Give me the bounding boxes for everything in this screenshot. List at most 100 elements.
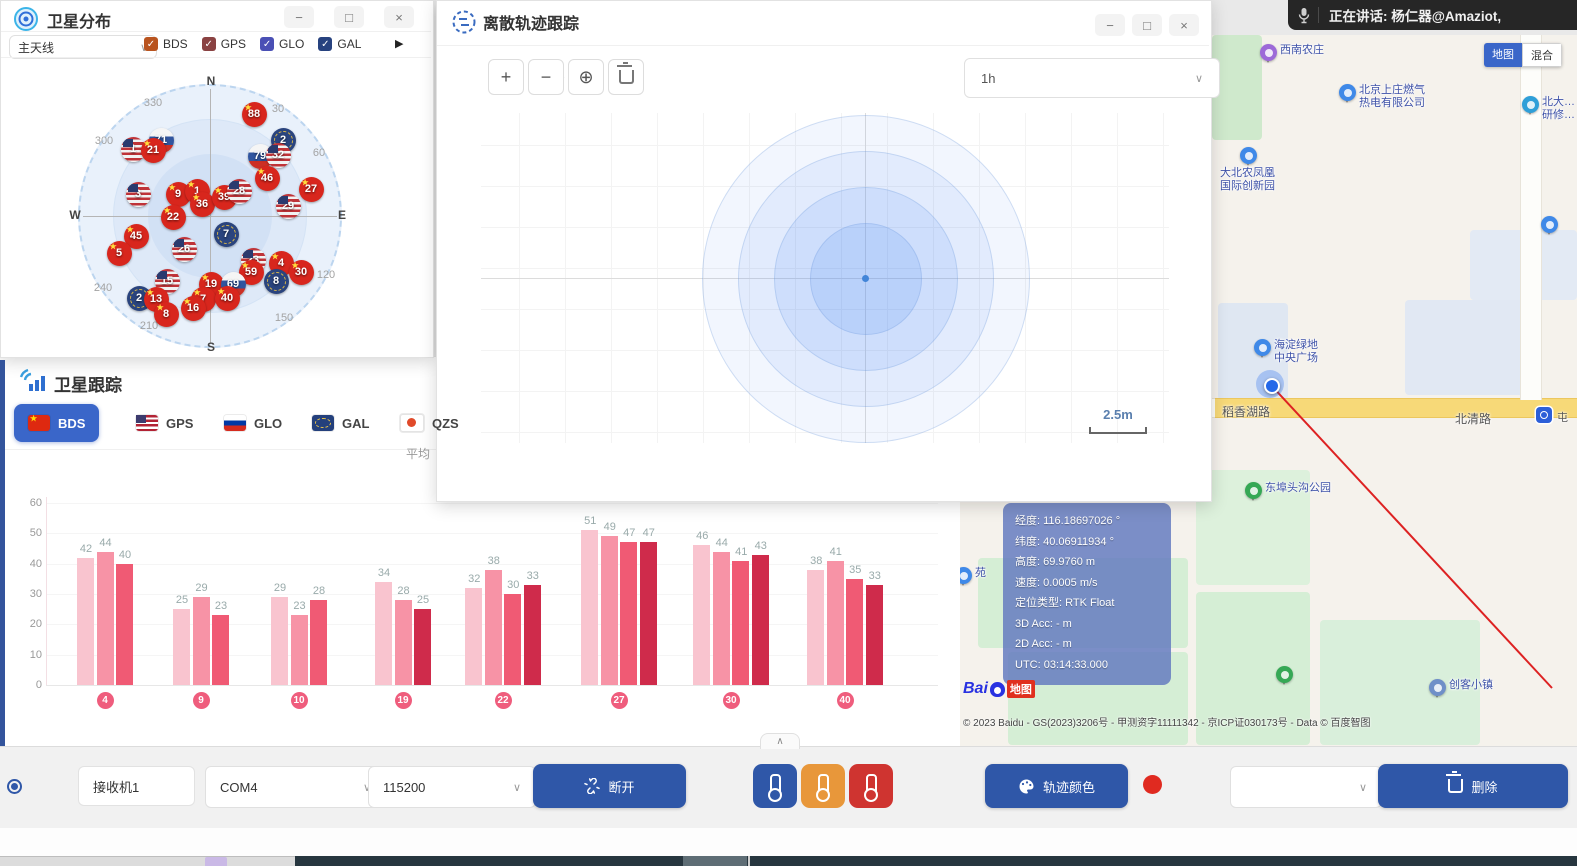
trash-icon [1448, 779, 1463, 793]
delete-button[interactable]: 删除 [1378, 764, 1568, 808]
satellite-bds-8: 8 [154, 302, 179, 327]
connection-toolbar: COM4∨ 115200∨ 断开 轨迹颜色 ∨ [0, 746, 1577, 829]
zoom-out-button[interactable]: − [528, 59, 564, 95]
info-row: 3D Acc: - m [1015, 614, 1159, 635]
y-tick-label: 40 [14, 558, 42, 570]
bar-value-label: 41 [819, 546, 853, 558]
degree-label: 30 [272, 103, 284, 115]
filter-checkbox-glo[interactable]: ✓GLO [260, 37, 304, 51]
y-tick-label: 50 [14, 527, 42, 539]
bar-value-label: 28 [302, 585, 336, 597]
gridline [46, 533, 938, 534]
satellite-bds-36: 36 [190, 192, 215, 217]
filter-checkbox-gps[interactable]: ✓GPS [202, 37, 246, 51]
bar-value-label: 25 [406, 594, 440, 606]
baidu-logo: Bai 地图 [963, 680, 1035, 698]
collapse-tab[interactable]: ∧ [760, 733, 800, 749]
map-pin-icon [1276, 666, 1293, 683]
bar [504, 594, 521, 685]
skyplot: NESW330303006024012021015088711212793246… [1, 57, 431, 355]
degree-label: 300 [95, 135, 113, 147]
info-row: UTC: 03:14:33.000 [1015, 655, 1159, 676]
minimize-button[interactable]: − [1095, 14, 1125, 36]
tab-qzs[interactable]: QZS [386, 404, 473, 442]
info-row: 纬度: 40.06911934 ° [1015, 532, 1159, 553]
baud-rate-select[interactable]: 115200∨ [368, 766, 536, 808]
tab-label: BDS [58, 416, 85, 431]
bar [310, 600, 327, 685]
thermometer-button-3[interactable] [849, 764, 893, 808]
checkbox-check-icon: ✓ [202, 37, 216, 51]
compass-label: N [207, 74, 216, 88]
bar [807, 570, 824, 685]
close-button[interactable]: × [1169, 14, 1199, 36]
category-badge: 40 [837, 692, 854, 709]
map-pin-label: 北大…研修… [1542, 96, 1575, 122]
track-color-button[interactable]: 轨迹颜色 [985, 764, 1128, 808]
bar [620, 542, 637, 685]
receiver-name-input[interactable] [78, 766, 195, 806]
satellite-bds-46: 46 [255, 166, 280, 191]
map-pin-label: 创客小镇 [1449, 679, 1493, 692]
disconnect-button[interactable]: 断开 [533, 764, 686, 808]
skyplot-axis-we [83, 216, 337, 217]
app-stage: 西南农庄北京上庄燃气热电有限公司北大…研修…大北农凤凰国际创新园海淀绿地中央广场… [0, 0, 1577, 866]
thermometer-button-1[interactable] [753, 764, 797, 808]
tab-label: GPS [166, 416, 193, 431]
receiver-radio[interactable] [7, 779, 22, 794]
satellite-gps-26: 26 [172, 237, 197, 262]
degree-label: 120 [317, 269, 335, 281]
bar [713, 552, 730, 685]
com-port-select[interactable]: COM4∨ [205, 766, 386, 808]
degree-label: 60 [313, 147, 325, 159]
close-button[interactable]: × [384, 6, 414, 28]
locate-button[interactable]: ⊕ [568, 59, 604, 95]
map-pin-icon [1260, 44, 1277, 61]
y-tick-label: 60 [14, 497, 42, 509]
minimize-button[interactable]: − [284, 6, 314, 28]
bar-value-label: 38 [477, 555, 511, 567]
y-tick-label: 20 [14, 618, 42, 630]
map-pin-icon [1254, 339, 1271, 356]
maximize-button[interactable]: □ [334, 6, 364, 28]
map-type-map-button[interactable]: 地图 [1484, 43, 1522, 67]
track-select[interactable]: ∨ [1230, 766, 1382, 808]
filter-checkbox-gal[interactable]: ✓ GAL [318, 37, 361, 51]
tab-gps[interactable]: GPS [122, 404, 207, 442]
more-filters-arrow[interactable]: ▶ [395, 37, 403, 50]
zoom-in-button[interactable]: + [488, 59, 524, 95]
tab-gal[interactable]: GAL [298, 404, 383, 442]
map-pin-label: 苑 [975, 567, 986, 580]
palette-icon [1018, 778, 1035, 795]
tab-glo[interactable]: GLO [210, 404, 296, 442]
map-pin-label: 东埠头沟公园 [1265, 482, 1331, 495]
map-pin-icon [1522, 96, 1539, 113]
bar [581, 530, 598, 685]
meeting-speaking-overlay: 正在讲话: 杨仁器@Amaziot, [1288, 0, 1577, 30]
duration-select[interactable]: 1h∨ [964, 58, 1220, 98]
satellite-gal-8: 8 [264, 269, 289, 294]
gridline [46, 685, 938, 686]
clear-button[interactable] [608, 59, 644, 95]
map-pin-icon [1245, 482, 1262, 499]
map-type-hybrid-button[interactable]: 混合 [1522, 43, 1562, 67]
info-row: 经度: 116.18697026 ° [1015, 511, 1159, 532]
satellite-bds-22: 22 [161, 205, 186, 230]
track-plot[interactable] [481, 113, 1169, 443]
position-marker-dot [1264, 378, 1280, 394]
antenna-select[interactable]: 主天线∨ [9, 35, 157, 59]
sat-distribution-icon [13, 6, 39, 37]
bar [395, 600, 412, 685]
bar-value-label: 43 [744, 540, 778, 552]
filter-checkbox-bds[interactable]: ✓BDS [144, 37, 188, 51]
metro-station-label: 屯 [1557, 409, 1568, 425]
flag-jp-icon [400, 414, 424, 432]
satellite-bds-5: 5 [107, 241, 132, 266]
satellite-gal-7: 7 [214, 222, 239, 247]
tab-bds[interactable]: BDS [14, 404, 99, 442]
thermometer-button-2[interactable] [801, 764, 845, 808]
maximize-button[interactable]: □ [1132, 14, 1162, 36]
bar [846, 579, 863, 685]
filter-label: GAL [337, 37, 361, 51]
checkbox-check-icon: ✓ [318, 37, 332, 51]
